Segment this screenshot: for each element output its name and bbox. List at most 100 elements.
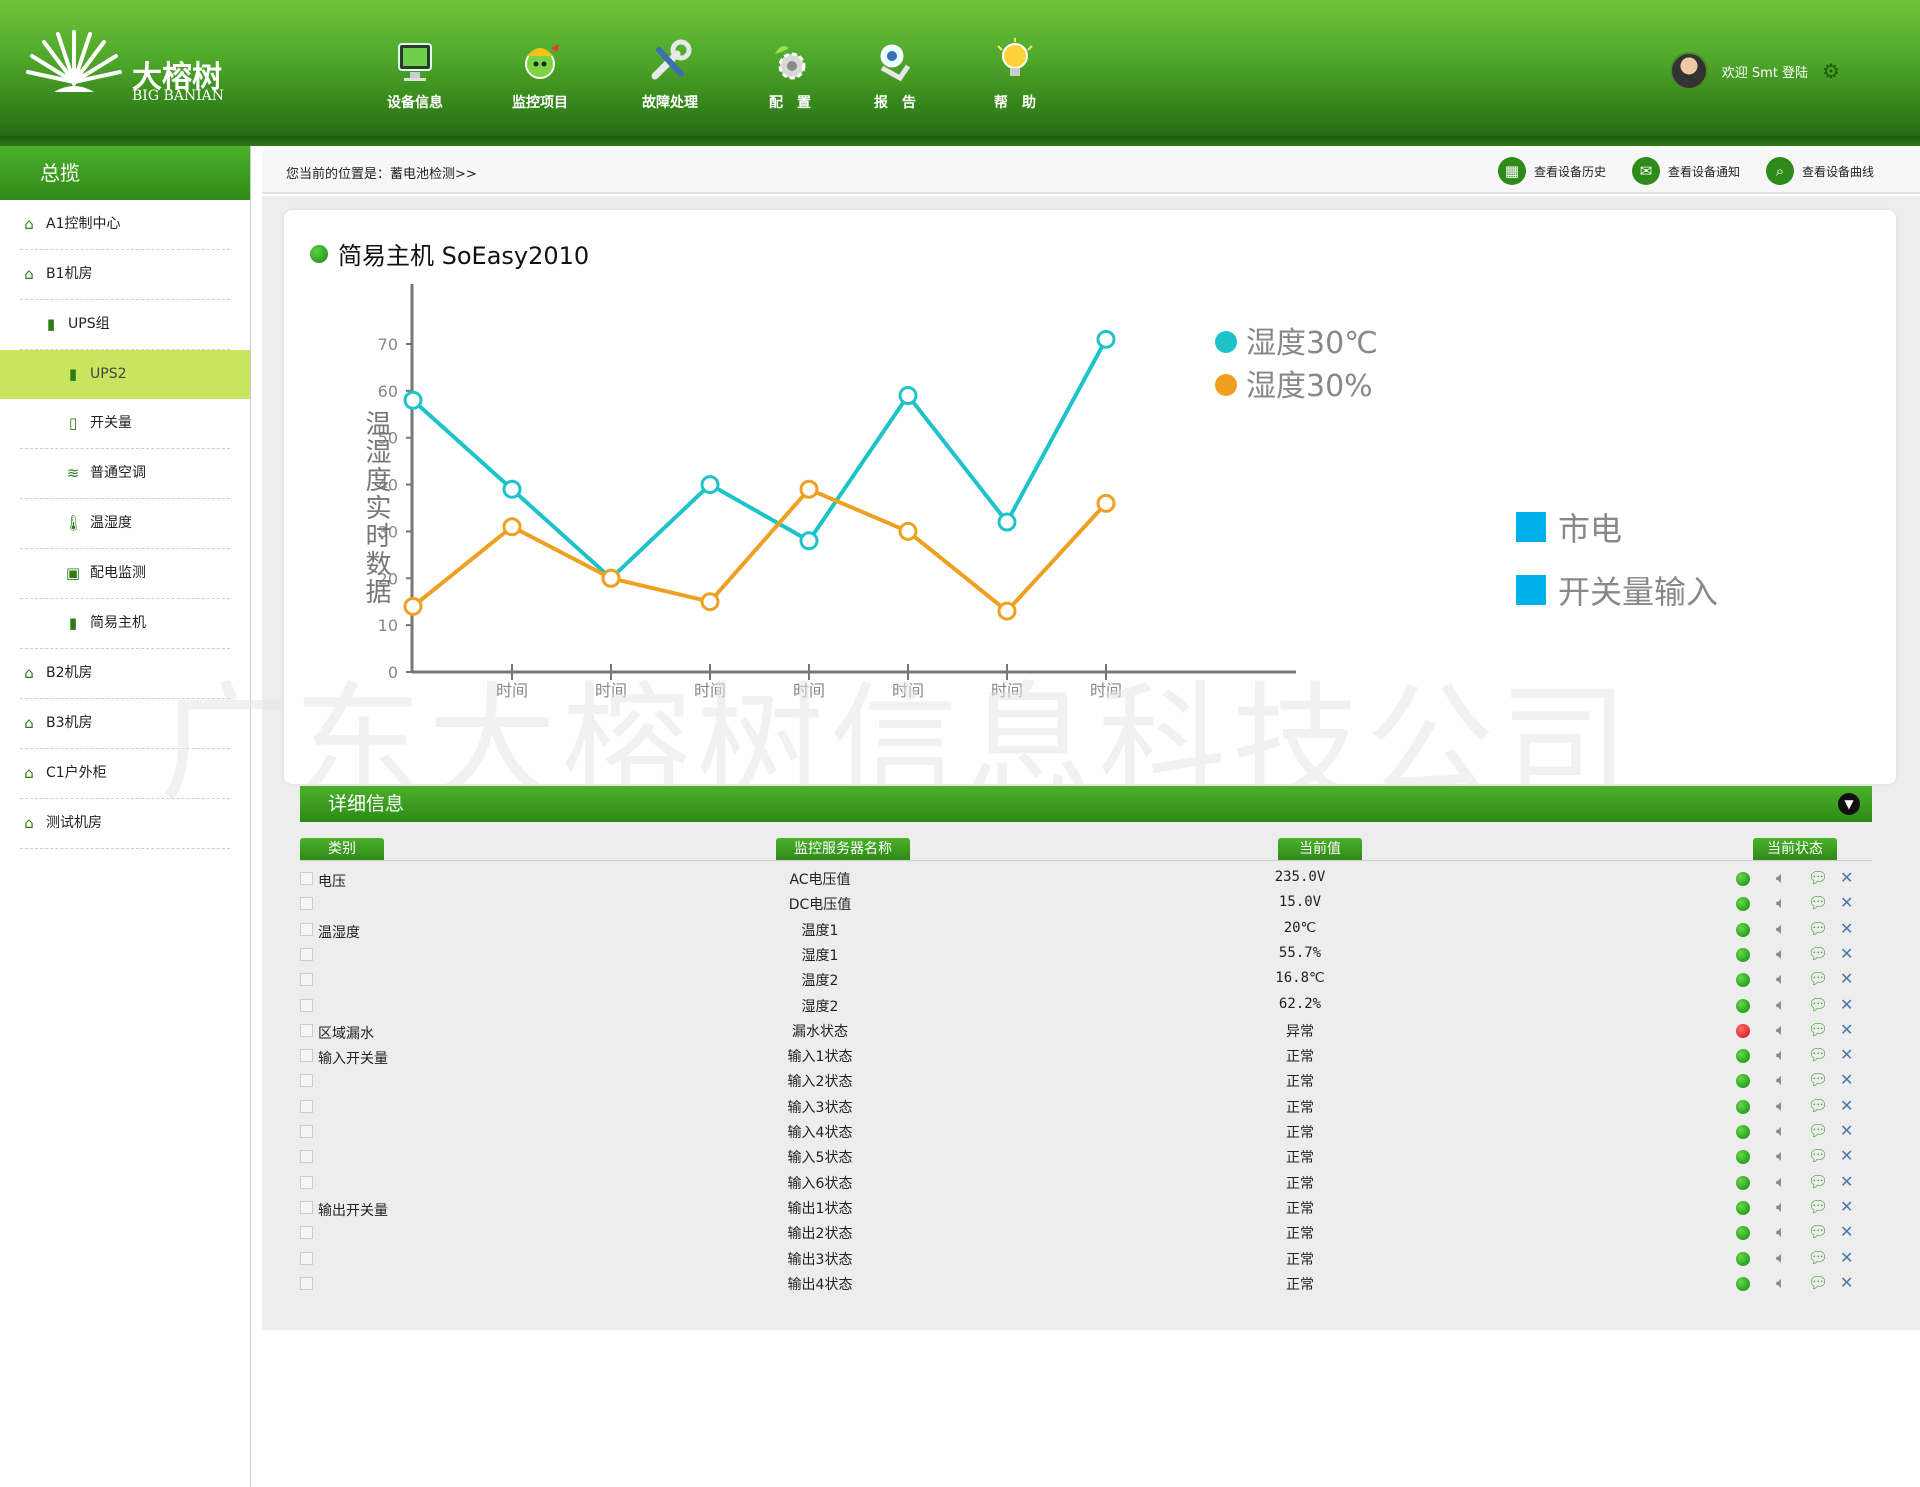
sidebar-item-b2[interactable]: ⌂ B2机房 [20, 649, 230, 699]
speaker-icon[interactable]: 🔈︎ [1776, 1273, 1786, 1293]
collapse-toggle-icon[interactable]: ▼ [1838, 793, 1860, 815]
row-checkbox[interactable] [300, 897, 313, 911]
message-icon[interactable]: 💬︎ [1808, 944, 1828, 963]
series-point [997, 512, 1017, 532]
row-checkbox[interactable] [300, 1150, 313, 1164]
row-checkbox[interactable] [300, 1074, 313, 1088]
message-icon[interactable]: 💬︎ [1808, 1045, 1828, 1064]
message-icon[interactable]: 💬︎ [1808, 1020, 1828, 1039]
sidebar-item-aircon[interactable]: ≋ 普通空调 [20, 449, 230, 499]
row-checkbox[interactable] [300, 973, 313, 987]
message-icon[interactable]: 💬︎ [1808, 868, 1828, 887]
row-checkbox[interactable] [300, 1175, 313, 1189]
mute-icon[interactable]: ✕ [1840, 1045, 1853, 1064]
row-checkbox[interactable] [300, 1023, 313, 1037]
speaker-icon[interactable]: 🔈︎ [1776, 1146, 1786, 1166]
message-icon[interactable]: 💬︎ [1808, 1248, 1828, 1267]
sidebar-item-c1[interactable]: ⌂ C1户外柜 [20, 749, 230, 799]
sidebar-item-b3[interactable]: ⌂ B3机房 [20, 699, 230, 749]
row-checkbox[interactable] [300, 922, 313, 936]
mute-icon[interactable]: ✕ [1840, 1197, 1853, 1216]
speaker-icon[interactable]: 🔈︎ [1776, 1172, 1786, 1192]
sidebar-item-ups-group[interactable]: ▮ UPS组 [20, 300, 230, 350]
mute-icon[interactable]: ✕ [1840, 1222, 1853, 1241]
row-checkbox[interactable] [300, 1276, 313, 1290]
speaker-icon[interactable]: 🔈︎ [1776, 995, 1786, 1015]
nav-config[interactable]: 配 置 [735, 36, 845, 112]
nav-device-info[interactable]: 设备信息 [360, 36, 470, 112]
settings-gear-icon[interactable]: ⚙ [1822, 59, 1840, 83]
mute-icon[interactable]: ✕ [1840, 1070, 1853, 1089]
row-checkbox[interactable] [300, 1125, 313, 1138]
detail-header[interactable]: 详细信息 ▼ [300, 786, 1872, 822]
brand-logo[interactable]: 大榕树 BIG BANIAN [24, 22, 244, 104]
avatar[interactable] [1669, 52, 1708, 90]
message-icon[interactable]: 💬︎ [1808, 995, 1828, 1014]
message-icon[interactable]: 💬︎ [1808, 1172, 1828, 1191]
message-icon[interactable]: 💬︎ [1808, 1197, 1828, 1216]
message-icon[interactable]: 💬︎ [1808, 893, 1828, 912]
row-checkbox[interactable] [300, 1099, 313, 1113]
speaker-icon[interactable]: 🔈︎ [1776, 944, 1786, 964]
home-icon: ⌂ [24, 764, 34, 782]
mute-icon[interactable]: ✕ [1840, 1273, 1853, 1292]
mute-icon[interactable]: ✕ [1840, 1121, 1853, 1140]
message-icon[interactable]: 💬︎ [1808, 1146, 1828, 1165]
speaker-icon[interactable]: 🔈︎ [1776, 1248, 1786, 1268]
sidebar-item-simple-host[interactable]: ▮ 简易主机 [20, 599, 230, 649]
speaker-icon[interactable]: 🔈︎ [1776, 1020, 1786, 1040]
speaker-icon[interactable]: 🔈︎ [1776, 1222, 1786, 1242]
sidebar-item-power-monitor[interactable]: ▣ 配电监测 [20, 549, 230, 599]
sidebar-item-test-room[interactable]: ⌂ 测试机房 [20, 799, 230, 849]
mute-icon[interactable]: ✕ [1840, 944, 1853, 963]
view-curve-button[interactable]: ⌕ 查看设备曲线 [1766, 157, 1874, 185]
message-icon[interactable]: 💬︎ [1808, 1096, 1828, 1115]
row-checkbox[interactable] [300, 1226, 313, 1240]
message-icon[interactable]: 💬︎ [1808, 919, 1828, 938]
speaker-icon[interactable]: 🔈︎ [1776, 1121, 1786, 1141]
message-icon[interactable]: 💬︎ [1808, 1273, 1828, 1292]
message-icon[interactable]: 💬︎ [1808, 969, 1828, 988]
table-row: 输出2状态 正常 🔈︎ 💬︎ ✕ [300, 1220, 1872, 1245]
row-checkbox[interactable] [300, 1200, 313, 1214]
nav-monitor-project[interactable]: 监控项目 [485, 36, 595, 112]
row-checkbox[interactable] [300, 1049, 313, 1063]
speaker-icon[interactable]: 🔈︎ [1776, 893, 1786, 913]
speaker-icon[interactable]: 🔈︎ [1776, 969, 1786, 989]
message-icon[interactable]: 💬︎ [1808, 1070, 1828, 1089]
speaker-icon[interactable]: 🔈︎ [1776, 1045, 1786, 1065]
speaker-icon[interactable]: 🔈︎ [1776, 919, 1786, 939]
sidebar-item-b1[interactable]: ⌂ B1机房 [20, 250, 230, 300]
row-checkbox[interactable] [300, 872, 313, 885]
nav-help[interactable]: 帮 助 [960, 36, 1070, 112]
mute-icon[interactable]: ✕ [1840, 1248, 1853, 1267]
sidebar-item-temp-humidity[interactable]: 🌡︎ 温湿度 [20, 499, 230, 549]
status-indicator-icon [1736, 1023, 1750, 1038]
view-history-button[interactable]: ▦ 查看设备历史 [1498, 157, 1606, 185]
speaker-icon[interactable]: 🔈︎ [1776, 1096, 1786, 1116]
mute-icon[interactable]: ✕ [1840, 1096, 1853, 1115]
speaker-icon[interactable]: 🔈︎ [1776, 1070, 1786, 1090]
sidebar-item-switch[interactable]: ▯ 开关量 [20, 399, 230, 449]
mute-icon[interactable]: ✕ [1840, 868, 1853, 887]
mute-icon[interactable]: ✕ [1840, 969, 1853, 988]
row-checkbox[interactable] [300, 998, 313, 1012]
row-checkbox[interactable] [300, 947, 313, 961]
mute-icon[interactable]: ✕ [1840, 1172, 1853, 1191]
view-notice-button[interactable]: ✉ 查看设备通知 [1632, 157, 1740, 185]
nav-fault-handling[interactable]: 故障处理 [615, 36, 725, 112]
row-checkbox[interactable] [300, 1251, 313, 1265]
nav-report[interactable]: 报 告 [840, 36, 950, 112]
mute-icon[interactable]: ✕ [1840, 893, 1853, 912]
speaker-icon[interactable]: 🔈︎ [1776, 1197, 1786, 1217]
message-icon[interactable]: 💬︎ [1808, 1121, 1828, 1140]
message-icon[interactable]: 💬︎ [1808, 1222, 1828, 1241]
mute-icon[interactable]: ✕ [1840, 919, 1853, 938]
row-server-name: 输入4状态 [787, 1125, 853, 1141]
speaker-icon[interactable]: 🔈︎ [1776, 868, 1786, 888]
mute-icon[interactable]: ✕ [1840, 1020, 1853, 1039]
mute-icon[interactable]: ✕ [1840, 1146, 1853, 1165]
sidebar-item-ups2[interactable]: ▮ UPS2 [0, 350, 250, 399]
sidebar-item-a1[interactable]: ⌂ A1控制中心 [20, 200, 230, 250]
mute-icon[interactable]: ✕ [1840, 995, 1853, 1014]
